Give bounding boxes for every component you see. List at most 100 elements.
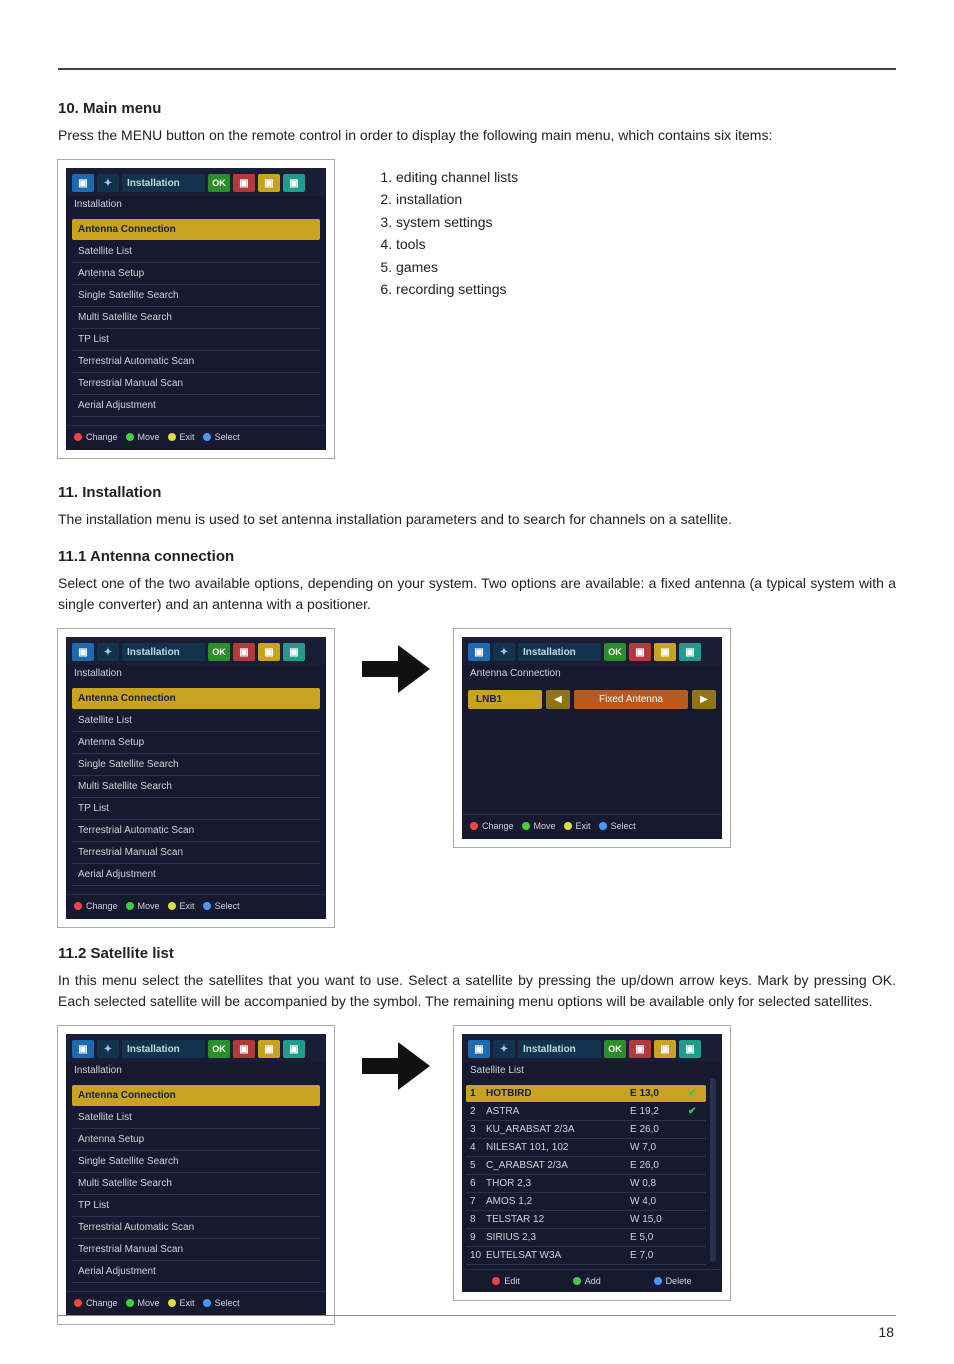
tab-icon-2[interactable]: ✦ [493, 1040, 515, 1058]
tab-icon-teal[interactable]: ▣ [679, 643, 701, 661]
satellite-row-name: THOR 2,3 [486, 1178, 630, 1189]
tab-icon-2[interactable]: ✦ [97, 1040, 119, 1058]
tab-icon-1[interactable]: ▣ [468, 1040, 490, 1058]
tab-icon-yellow[interactable]: ▣ [654, 1040, 676, 1058]
menu-item-aerial-adjust[interactable]: Aerial Adjustment [72, 864, 320, 886]
menu-item-single-search[interactable]: Single Satellite Search [72, 285, 320, 307]
satellite-row[interactable]: 8TELSTAR 12W 15,0 [466, 1211, 706, 1229]
menu-item-terr-auto[interactable]: Terrestrial Automatic Scan [72, 820, 320, 842]
menu-item-satellite-list[interactable]: Satellite List [72, 1107, 320, 1129]
tab-active-label[interactable]: Installation [122, 643, 205, 661]
footer-exit: Exit [564, 821, 591, 831]
satellite-row-name: SIRIUS 2,3 [486, 1232, 630, 1243]
satellite-row[interactable]: 3KU_ARABSAT 2/3AE 26,0 [466, 1121, 706, 1139]
tab-icon-yellow[interactable]: ▣ [258, 643, 280, 661]
tab-icon-teal[interactable]: ▣ [679, 1040, 701, 1058]
menu-item-antenna-setup[interactable]: Antenna Setup [72, 732, 320, 754]
satellite-row[interactable]: 7AMOS 1,2W 4,0 [466, 1193, 706, 1211]
satellite-row[interactable]: 10EUTELSAT W3AE 7,0 [466, 1247, 706, 1265]
menu-item-single-search[interactable]: Single Satellite Search [72, 1151, 320, 1173]
tab-icon-yellow[interactable]: ▣ [654, 643, 676, 661]
tab-icon-2[interactable]: ✦ [493, 643, 515, 661]
tab-icon-yellow[interactable]: ▣ [258, 1040, 280, 1058]
tab-ok-icon[interactable]: OK [604, 643, 626, 661]
menu-item-aerial-adjust[interactable]: Aerial Adjustment [72, 1261, 320, 1283]
menu-item-multi-search[interactable]: Multi Satellite Search [72, 776, 320, 798]
tab-active-label[interactable]: Installation [518, 1040, 601, 1058]
menu-item-antenna-setup[interactable]: Antenna Setup [72, 1129, 320, 1151]
menu-item-terr-manual[interactable]: Terrestrial Manual Scan [72, 842, 320, 864]
arrow-ud-icon [126, 433, 134, 441]
lnb-row[interactable]: LNB1 ◀ Fixed Antenna ▶ [468, 690, 716, 709]
tab-active-label[interactable]: Installation [122, 174, 205, 192]
satellite-row-name: AMOS 1,2 [486, 1196, 630, 1207]
tab-icon-teal[interactable]: ▣ [283, 643, 305, 661]
satellite-row[interactable]: 6THOR 2,3W 0,8 [466, 1175, 706, 1193]
tab-icon-2[interactable]: ✦ [97, 174, 119, 192]
panel-footer: Change Move Exit Select [462, 814, 722, 839]
menu-item-terr-auto[interactable]: Terrestrial Automatic Scan [72, 1217, 320, 1239]
menu-item-tp-list[interactable]: TP List [72, 329, 320, 351]
menu-tab-strip: ▣ ✦ Installation OK ▣ ▣ ▣ [66, 637, 326, 665]
tab-icon-1[interactable]: ▣ [72, 1040, 94, 1058]
menu-item-aerial-adjust[interactable]: Aerial Adjustment [72, 395, 320, 417]
tab-ok-icon[interactable]: OK [208, 174, 230, 192]
exit-icon [168, 902, 176, 910]
tab-icon-2[interactable]: ✦ [97, 643, 119, 661]
satellite-row-position: W 7,0 [630, 1142, 688, 1153]
heading-11-1: 11.1 Antenna connection [58, 548, 896, 565]
tab-icon-1[interactable]: ▣ [72, 174, 94, 192]
tab-active-label[interactable]: Installation [122, 1040, 205, 1058]
arrow-ud-icon [126, 1299, 134, 1307]
footer-delete-button[interactable]: Delete [654, 1276, 692, 1286]
tab-icon-red[interactable]: ▣ [233, 1040, 255, 1058]
menu-item-satellite-list[interactable]: Satellite List [72, 710, 320, 732]
lnb-label: LNB1 [468, 690, 542, 709]
menu-item-tp-list[interactable]: TP List [72, 1195, 320, 1217]
tab-icon-1[interactable]: ▣ [72, 643, 94, 661]
satellite-row[interactable]: 9SIRIUS 2,3E 5,0 [466, 1229, 706, 1247]
satellite-row[interactable]: 5C_ARABSAT 2/3AE 26,0 [466, 1157, 706, 1175]
tab-icon-red[interactable]: ▣ [629, 643, 651, 661]
tab-active-label[interactable]: Installation [518, 643, 601, 661]
menu-item-antenna-connection[interactable]: Antenna Connection [72, 219, 320, 240]
lnb-value: Fixed Antenna [574, 690, 688, 709]
menu-item-multi-search[interactable]: Multi Satellite Search [72, 1173, 320, 1195]
menu-item-terr-auto[interactable]: Terrestrial Automatic Scan [72, 351, 320, 373]
tab-icon-teal[interactable]: ▣ [283, 1040, 305, 1058]
panel-header: Satellite List [462, 1062, 722, 1081]
tab-icon-red[interactable]: ▣ [233, 174, 255, 192]
lnb-prev-icon[interactable]: ◀ [546, 690, 570, 709]
satellite-row[interactable]: 4NILESAT 101, 102W 7,0 [466, 1139, 706, 1157]
tab-icon-1[interactable]: ▣ [468, 643, 490, 661]
para-11-2: In this menu select the satellites that … [58, 970, 896, 1012]
menu-item-satellite-list[interactable]: Satellite List [72, 241, 320, 263]
footer-add-button[interactable]: Add [573, 1276, 601, 1286]
satellite-row[interactable]: 1HOTBIRDE 13,0✔ [466, 1085, 706, 1102]
tab-icon-teal[interactable]: ▣ [283, 174, 305, 192]
tab-icon-red[interactable]: ▣ [629, 1040, 651, 1058]
tab-icon-red[interactable]: ▣ [233, 643, 255, 661]
menu-item-terr-manual[interactable]: Terrestrial Manual Scan [72, 1239, 320, 1261]
satellite-row[interactable]: 2ASTRAE 19,2✔ [466, 1103, 706, 1121]
menu-item-tp-list[interactable]: TP List [72, 798, 320, 820]
satellite-row-position: W 4,0 [630, 1196, 688, 1207]
menu-item-multi-search[interactable]: Multi Satellite Search [72, 307, 320, 329]
menu-tab-strip: ▣ ✦ Installation OK ▣ ▣ ▣ [66, 168, 326, 196]
tab-ok-icon[interactable]: OK [604, 1040, 626, 1058]
menu-item-antenna-connection[interactable]: Antenna Connection [72, 1085, 320, 1106]
lnb-next-icon[interactable]: ▶ [692, 690, 716, 709]
tab-icon-yellow[interactable]: ▣ [258, 174, 280, 192]
menu-item-antenna-setup[interactable]: Antenna Setup [72, 263, 320, 285]
arrow-lr-icon [74, 433, 82, 441]
menu-item-terr-manual[interactable]: Terrestrial Manual Scan [72, 373, 320, 395]
footer-edit-button[interactable]: Edit [492, 1276, 520, 1286]
menu-tab-strip: ▣ ✦ Installation OK ▣ ▣ ▣ [462, 1034, 722, 1062]
tab-ok-icon[interactable]: OK [208, 643, 230, 661]
select-icon [203, 902, 211, 910]
tab-ok-icon[interactable]: OK [208, 1040, 230, 1058]
scrollbar[interactable] [710, 1078, 716, 1262]
menu-item-single-search[interactable]: Single Satellite Search [72, 754, 320, 776]
exit-icon [168, 433, 176, 441]
menu-item-antenna-connection[interactable]: Antenna Connection [72, 688, 320, 709]
